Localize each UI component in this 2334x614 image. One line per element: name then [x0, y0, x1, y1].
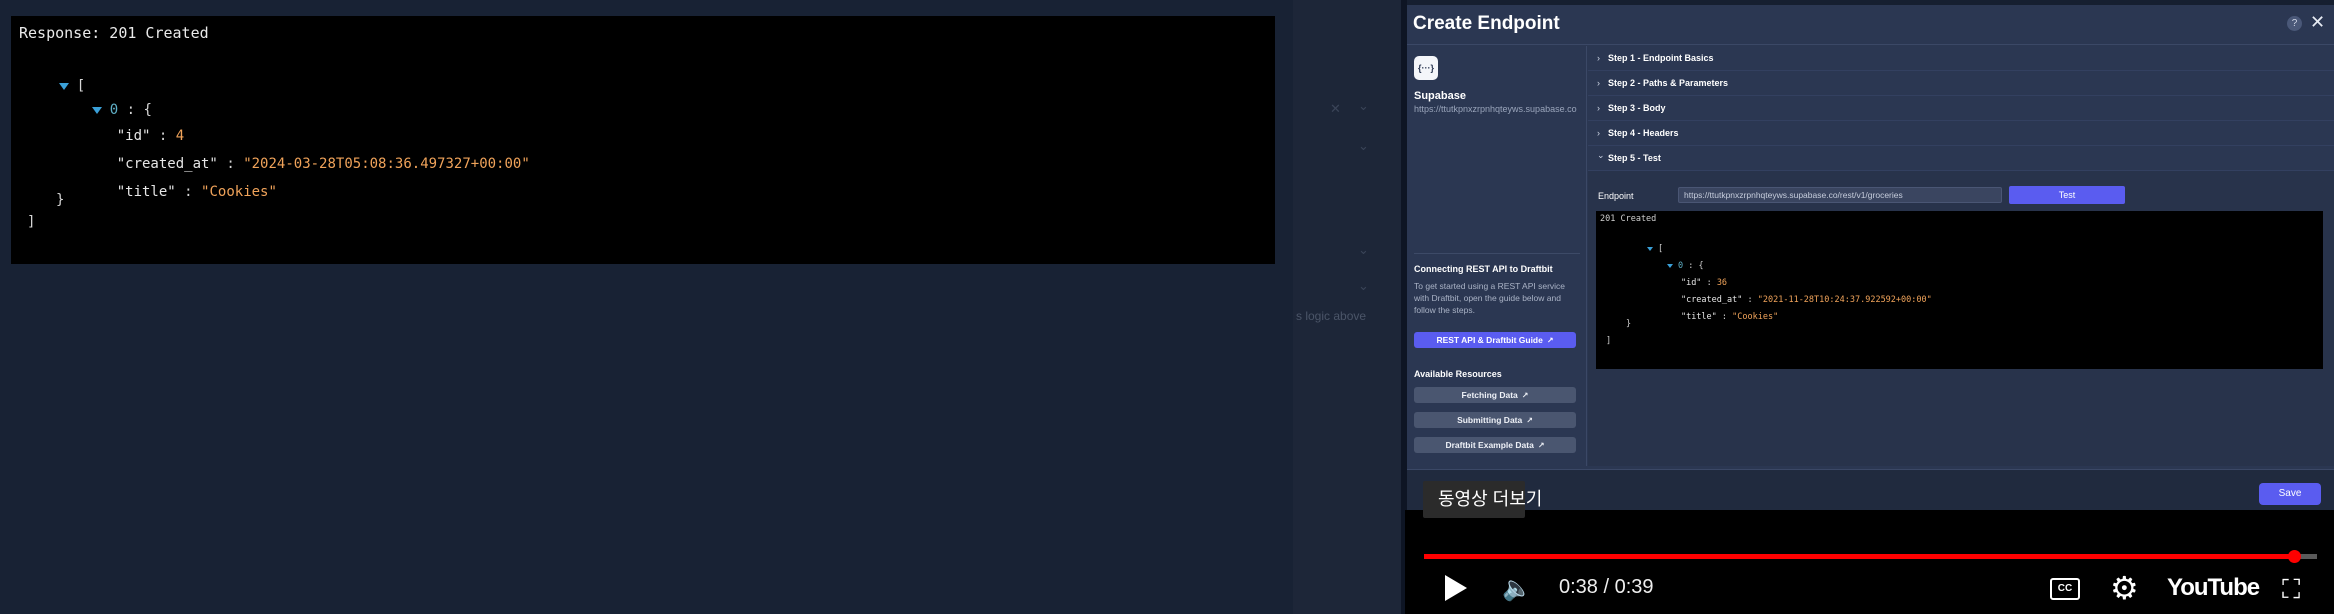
chevron-right-icon: › — [1597, 128, 1600, 138]
time-display: 0:38 / 0:39 — [1559, 576, 1654, 598]
subtitles-icon[interactable]: CC — [2050, 578, 2080, 600]
dimmed-hint-text: s logic above — [1296, 309, 1367, 323]
collapse-caret-icon[interactable] — [1646, 246, 1653, 251]
volume-icon[interactable]: 🔈 — [1502, 574, 1532, 603]
external-link-icon: ↗ — [1537, 441, 1545, 450]
chevron-down-icon: ⌄ — [1358, 242, 1369, 257]
json-row-title: "title" : "Cookies" — [116, 184, 277, 200]
api-logo-icon: {···} — [1414, 56, 1438, 80]
help-icon[interactable]: ? — [2287, 16, 2302, 31]
modal-footer: Save — [1407, 469, 2334, 510]
create-endpoint-modal: Create Endpoint ? ✕ {···} Supabase https… — [1407, 5, 2334, 510]
collapse-caret-icon[interactable] — [1666, 263, 1673, 268]
external-link-icon: ↗ — [1546, 336, 1554, 345]
save-button[interactable]: Save — [2259, 483, 2321, 505]
endpoint-url-field[interactable]: https://ttutkpnxzrpnhqteyws.supabase.co/… — [1678, 187, 2002, 203]
step-5-header[interactable]: ⌄ Step 5 - Test — [1588, 146, 2334, 171]
api-name: Supabase — [1414, 90, 1466, 102]
progress-fill — [1424, 554, 2294, 559]
chevron-down-icon: ⌄ — [1358, 138, 1369, 153]
more-videos-button[interactable]: 동영상 더보기 — [1423, 481, 1542, 518]
step-1-header[interactable]: › Step 1 - Endpoint Basics — [1588, 46, 2334, 71]
external-link-icon: ↗ — [1521, 391, 1529, 400]
response-title: Response: 201 Created — [19, 24, 209, 42]
endpoint-label: Endpoint — [1598, 191, 1634, 201]
step-3-header[interactable]: › Step 3 - Body — [1588, 96, 2334, 121]
resource-submitting-data-button[interactable]: Submitting Data ↗ — [1414, 412, 1576, 428]
chevron-down-icon: ⌄ — [1358, 278, 1369, 293]
connect-heading: Connecting REST API to Draftbit — [1414, 264, 1553, 274]
close-icon[interactable]: ✕ — [2310, 12, 2325, 33]
api-url: https://ttutkpnxzrpnhqteyws.supabase.co — [1414, 104, 1577, 114]
youtube-logo[interactable]: YouTube — [2167, 574, 2260, 602]
step-4-header[interactable]: › Step 4 - Headers — [1588, 121, 2334, 146]
chevron-down-icon: ⌄ — [1358, 98, 1369, 113]
result-status: 201 Created — [1600, 214, 1657, 224]
dimmed-editor-region — [1293, 0, 1405, 614]
progress-bar[interactable] — [1424, 550, 2317, 563]
result-array-close: ] — [1606, 336, 1612, 346]
guide-button[interactable]: REST API & Draftbit Guide ↗ — [1414, 332, 1576, 348]
external-link-icon: ↗ — [1526, 416, 1533, 425]
json-array-close: ] — [27, 214, 36, 230]
progress-scrubber[interactable] — [2287, 550, 2301, 563]
test-result-panel: 201 Created [ 0 : { "id" : 36 "created_a… — [1596, 211, 2323, 369]
connect-description: To get started using a REST API service … — [1414, 281, 1566, 315]
chevron-right-icon: › — [1597, 78, 1600, 88]
modal-header: Create Endpoint ? ✕ — [1407, 5, 2334, 45]
play-icon[interactable] — [1445, 575, 1467, 601]
resources-heading: Available Resources — [1414, 369, 1502, 379]
chevron-right-icon: › — [1597, 103, 1600, 113]
response-panel: Response: 201 Created [ 0 : { "id" : 4 "… — [11, 16, 1275, 264]
test-button[interactable]: Test — [2009, 186, 2125, 204]
chevron-down-icon: ⌄ — [1597, 150, 1605, 160]
clear-icon: ✕ — [1330, 101, 1341, 116]
resource-example-data-button[interactable]: Draftbit Example Data ↗ — [1414, 437, 1576, 453]
chevron-right-icon: › — [1597, 53, 1600, 63]
result-row-title: "title" : "Cookies" — [1680, 312, 1779, 322]
modal-title: Create Endpoint — [1413, 13, 1560, 34]
step-2-header[interactable]: › Step 2 - Paths & Parameters — [1588, 71, 2334, 96]
json-object-close: } — [56, 192, 65, 208]
result-object-close: } — [1626, 319, 1632, 329]
test-step-panel: Endpoint https://ttutkpnxzrpnhqteyws.sup… — [1588, 171, 2334, 466]
gear-icon[interactable]: ⚙ — [2110, 569, 2139, 607]
fullscreen-icon[interactable]: ⛶ — [2282, 574, 2300, 606]
sidebar-divider — [1414, 253, 1580, 254]
modal-sidebar: {···} Supabase https://ttutkpnxzrpnhqtey… — [1407, 46, 1587, 466]
resource-fetching-data-button[interactable]: Fetching Data ↗ — [1414, 387, 1576, 403]
